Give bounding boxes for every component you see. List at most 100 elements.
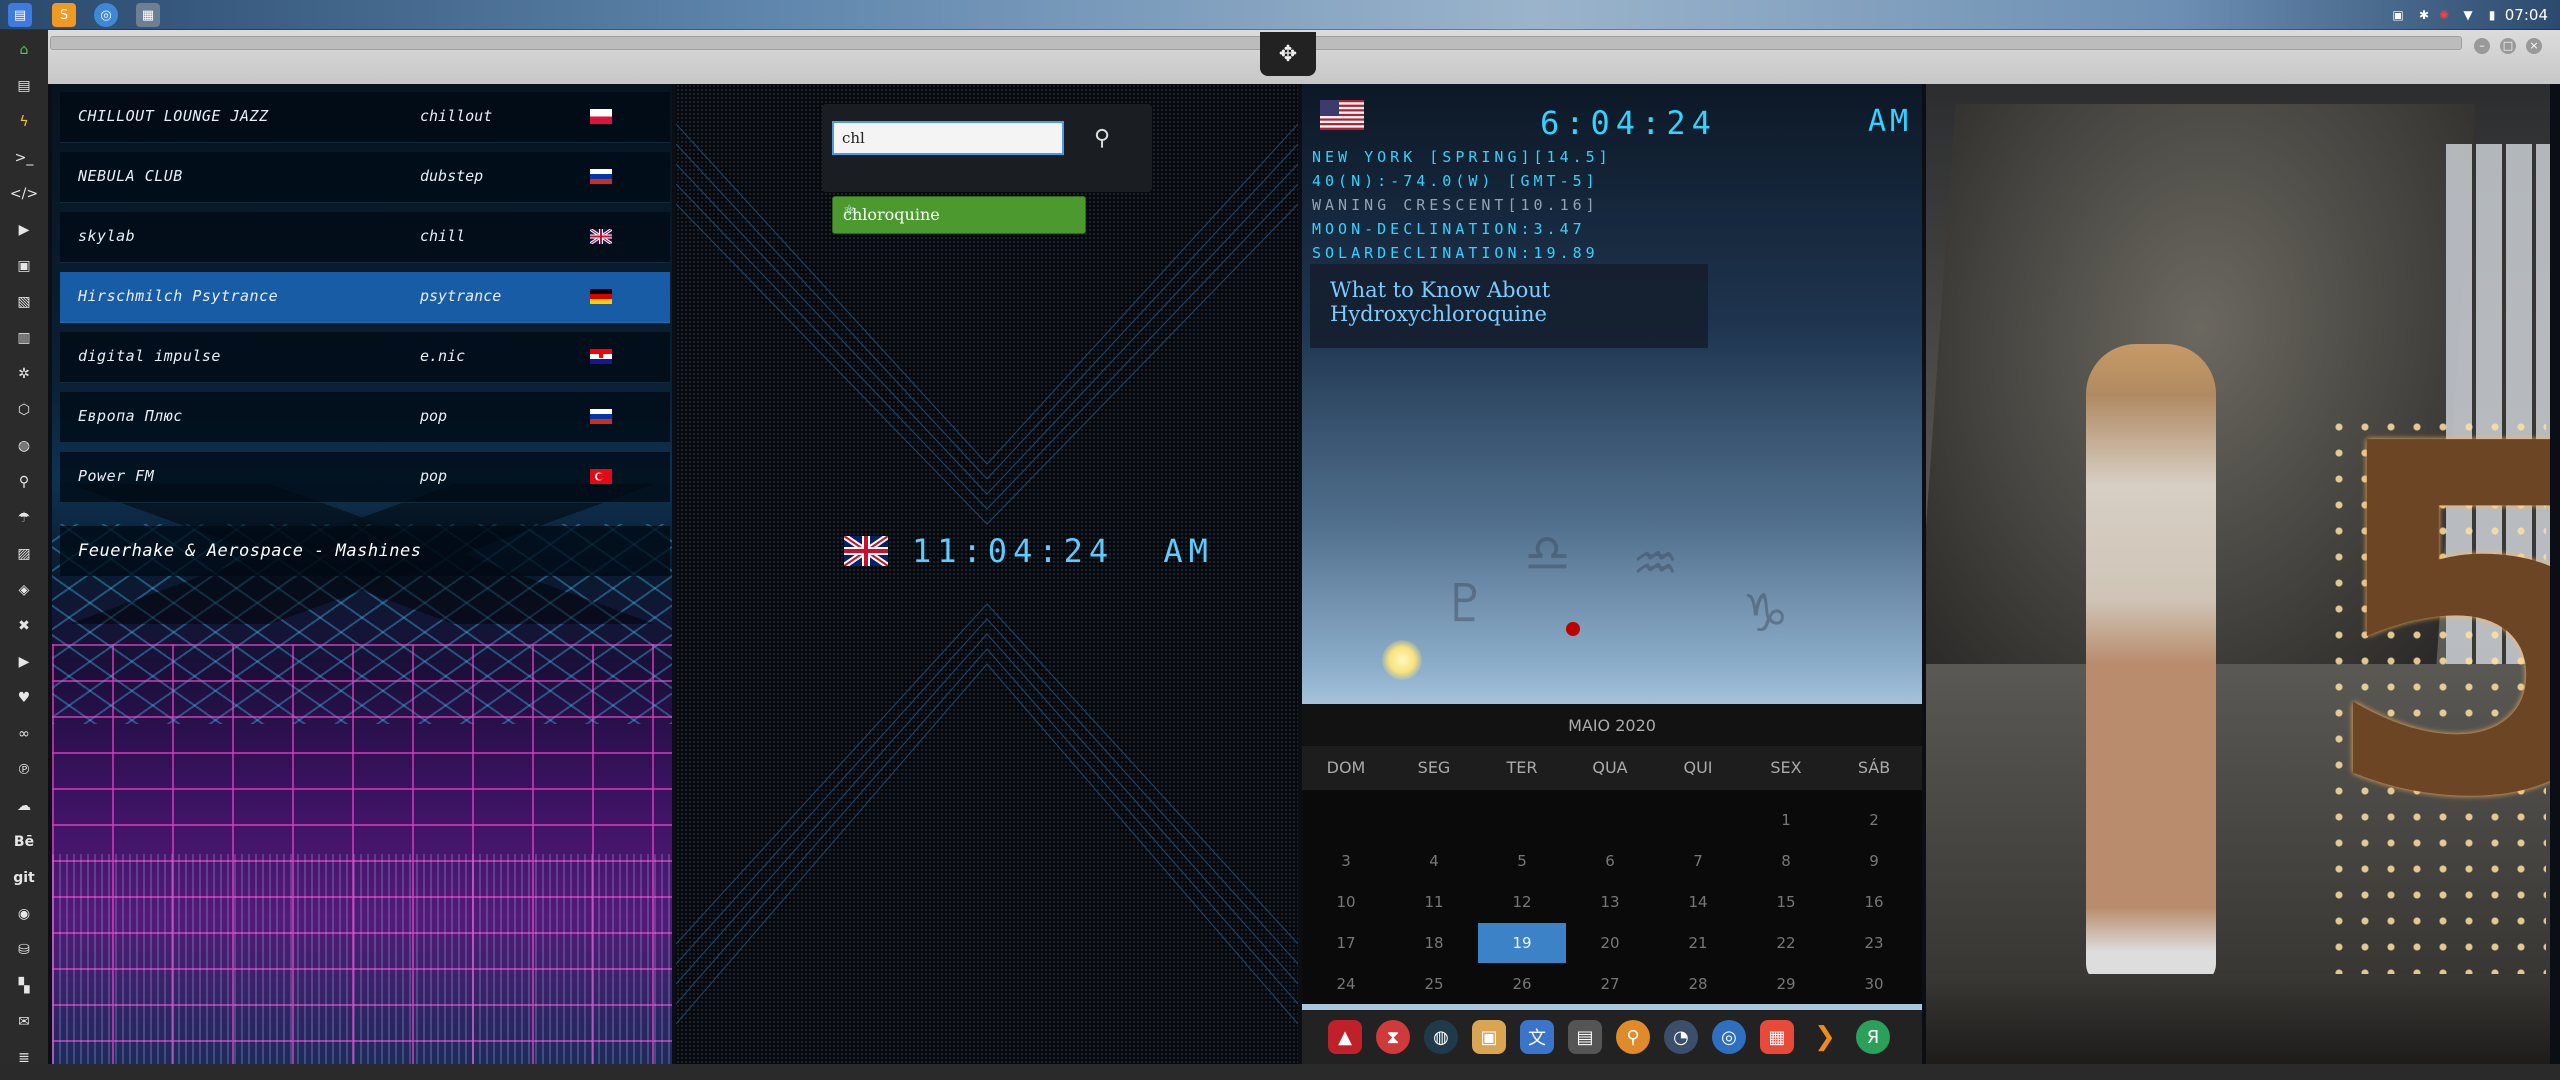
github-icon[interactable]: ◉ (12, 902, 36, 926)
calendar-day[interactable]: 28 (1654, 964, 1742, 1004)
git-icon[interactable]: git (12, 866, 36, 890)
globe-app-icon[interactable]: ◎ (1712, 1020, 1746, 1054)
calendar-day[interactable]: 3 (1302, 841, 1390, 881)
contact-icon[interactable]: ▨ (12, 542, 36, 566)
calendar-day[interactable]: 5 (1478, 841, 1566, 881)
station-item[interactable]: NEBULA CLUB dubstep (60, 152, 670, 203)
station-item[interactable]: digital impulse e.nic (60, 332, 670, 383)
close-icon[interactable]: × (2526, 38, 2542, 54)
photos-icon[interactable]: ▣ (1472, 1020, 1506, 1054)
calendar-day[interactable]: 1 (1742, 800, 1830, 840)
calendar-day[interactable]: 23 (1830, 923, 1918, 963)
station-item-active[interactable]: Hirschmilch Psytrance psytrance (60, 272, 670, 323)
calendar-day[interactable]: 10 (1302, 882, 1390, 922)
newspaper-icon[interactable]: ▥ (12, 326, 36, 350)
cloud-icon[interactable]: ☁ (12, 794, 36, 818)
hourglass-icon[interactable]: ⧗ (1376, 1020, 1410, 1054)
pluto-glyph-icon: ♇ (1442, 574, 1489, 634)
calendar-day[interactable]: 13 (1566, 882, 1654, 922)
sublime-app-icon[interactable]: S (52, 3, 76, 27)
earth-icon[interactable]: ◍ (1424, 1020, 1458, 1054)
maximize-icon[interactable]: □ (2500, 38, 2516, 54)
station-item[interactable]: Европа Плюс pop (60, 392, 670, 443)
station-item[interactable]: CHILLOUT LOUNGE JAZZ chillout (60, 92, 670, 143)
station-name: digital impulse (78, 347, 221, 365)
globe-icon[interactable]: ◍ (12, 434, 36, 458)
calendar-day[interactable]: 11 (1390, 882, 1478, 922)
lastfm-icon[interactable]: ∞ (12, 722, 36, 746)
calendar-day[interactable]: 30 (1830, 964, 1918, 1004)
bitbucket-icon[interactable]: ⛁ (12, 938, 36, 962)
image-icon[interactable]: ▣ (2390, 7, 2406, 23)
calendar-month: MAIO 2020 (1302, 704, 1922, 746)
station-name: skylab (78, 227, 136, 245)
files-app-icon[interactable]: ▤ (8, 3, 32, 27)
tools-icon[interactable]: ✖ (12, 614, 36, 638)
search-suggestion[interactable]: chloroquine ⚛ (832, 196, 1086, 234)
home-icon[interactable]: ⌂ (12, 38, 36, 62)
pinterest-icon[interactable]: ℗ (12, 758, 36, 782)
behance-icon[interactable]: Bē (12, 830, 36, 854)
mail-icon[interactable]: ✉ (12, 1010, 36, 1034)
rebel-alliance-icon[interactable]: ✥ (1260, 32, 1316, 76)
news-icon[interactable]: ▤ (1568, 1020, 1602, 1054)
youtube-icon[interactable]: ▶ (12, 650, 36, 674)
station-item[interactable]: skylab chill (60, 212, 670, 263)
tag-icon[interactable]: ◈ (12, 578, 36, 602)
arrow-app-icon[interactable]: ▲ (1328, 1020, 1362, 1054)
play-app-icon[interactable]: ❯ (1808, 1020, 1842, 1054)
calendar-day[interactable]: 15 (1742, 882, 1830, 922)
heart-icon[interactable]: ♥ (12, 686, 36, 710)
calendar-day[interactable]: 25 (1390, 964, 1478, 1004)
calendar-day[interactable]: 18 (1390, 923, 1478, 963)
calendar-day[interactable]: 16 (1830, 882, 1918, 922)
bluetooth-icon[interactable]: ✱ (2416, 7, 2432, 23)
calendar-day[interactable]: 29 (1742, 964, 1830, 1004)
calendar-day-today[interactable]: 19 (1478, 923, 1566, 963)
station-item[interactable]: Power FM pop (60, 452, 670, 503)
calendar-day[interactable]: 6 (1566, 841, 1654, 881)
calendar-day[interactable]: 22 (1742, 923, 1830, 963)
search-input[interactable] (832, 121, 1064, 155)
clock-app-icon[interactable]: ◔ (1664, 1020, 1698, 1054)
weekday-label: DOM (1326, 758, 1366, 777)
wifi-icon[interactable]: ▼ (2460, 7, 2476, 23)
play-icon[interactable]: ▶ (12, 218, 36, 242)
calendar-day[interactable]: 17 (1302, 923, 1390, 963)
battery-icon[interactable]: ▮ (2484, 7, 2500, 23)
calendar-day[interactable]: 20 (1566, 923, 1654, 963)
workspace-app-icon[interactable]: ▦ (136, 3, 160, 27)
search-app-icon[interactable]: ⚲ (1616, 1020, 1650, 1054)
calendar-day[interactable]: 8 (1742, 841, 1830, 881)
station-genre: dubstep (420, 167, 484, 185)
image-icon[interactable]: ▧ (12, 290, 36, 314)
code-icon[interactable]: </> (10, 182, 38, 206)
yandex-icon[interactable]: Я (1856, 1020, 1890, 1054)
calendar-day[interactable]: 7 (1654, 841, 1742, 881)
calendar-day[interactable]: 4 (1390, 841, 1478, 881)
search-icon[interactable]: ⚲ (1088, 124, 1116, 152)
hexagon-icon[interactable]: ⬡ (12, 398, 36, 422)
calendar-app-icon[interactable]: ▦ (1760, 1020, 1794, 1054)
map-icon[interactable]: ▚ (12, 974, 36, 998)
calendar-day[interactable]: 26 (1478, 964, 1566, 1004)
calendar-day[interactable]: 2 (1830, 800, 1918, 840)
search-icon[interactable]: ⚲ (12, 470, 36, 494)
calendar-day[interactable]: 27 (1566, 964, 1654, 1004)
calendar-day[interactable]: 12 (1478, 882, 1566, 922)
document-icon[interactable]: ▤ (12, 74, 36, 98)
terminal-icon[interactable]: >_ (12, 146, 36, 170)
settings-icon[interactable]: ✲ (12, 362, 36, 386)
calendar-day[interactable]: 14 (1654, 882, 1742, 922)
chrome-app-icon[interactable]: ◎ (94, 3, 118, 27)
calendar-day[interactable]: 24 (1302, 964, 1390, 1004)
translate-icon[interactable]: 文 (1520, 1020, 1554, 1054)
minimize-icon[interactable]: – (2474, 38, 2490, 54)
video-icon[interactable]: ▣ (12, 254, 36, 278)
lightning-icon[interactable]: ϟ (12, 110, 36, 134)
calendar-day[interactable]: 9 (1830, 841, 1918, 881)
debian-icon[interactable]: ✺ (2436, 7, 2452, 23)
calendar-day[interactable]: 21 (1654, 923, 1742, 963)
umbrella-icon[interactable]: ☂ (12, 506, 36, 530)
news-card[interactable]: What to Know About Hydroxychloroquine (1310, 264, 1708, 348)
